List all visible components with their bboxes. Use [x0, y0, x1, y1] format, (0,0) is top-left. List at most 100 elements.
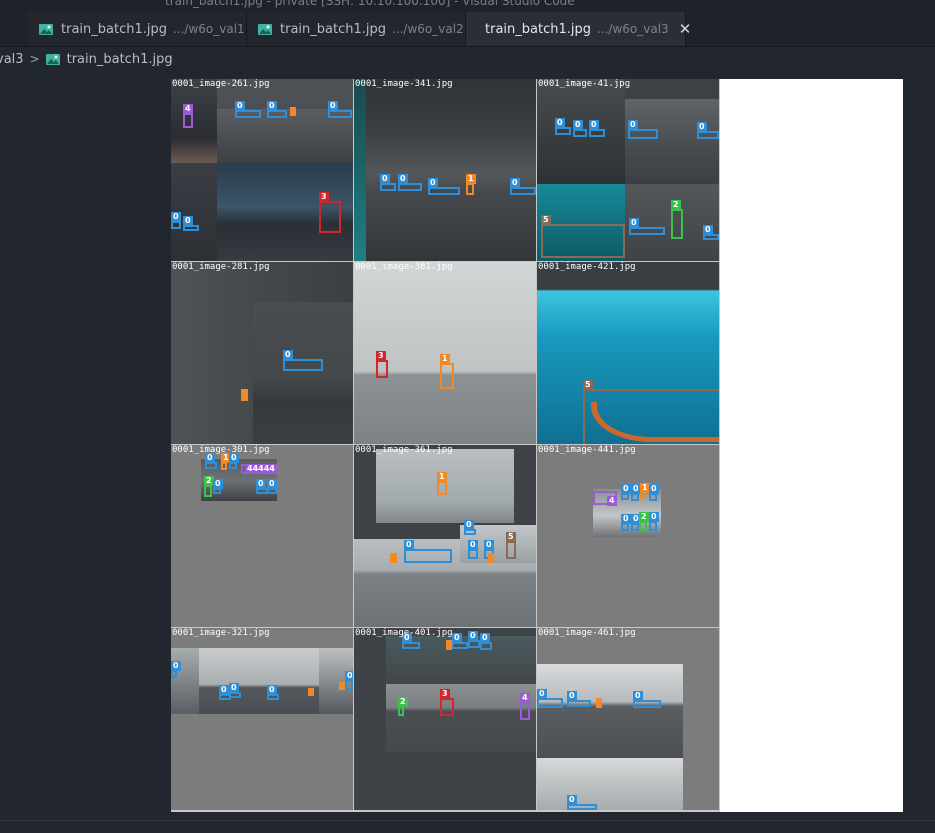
sub-image [537, 758, 683, 810]
detection-box: 3 [440, 689, 454, 716]
detection-box: 4 [520, 693, 530, 720]
detection-box: 0 [205, 453, 217, 469]
detection-box: 3 [319, 192, 341, 233]
mosaic-tile: 0001_image-421.jpg 5 [537, 262, 719, 444]
detection-box: 1 [640, 483, 650, 500]
sub-image [171, 648, 199, 714]
detection-box: 0 [267, 101, 287, 118]
detection-box: 0 [380, 174, 396, 191]
sub-image [354, 79, 366, 261]
detection-box: 0 [283, 350, 323, 371]
detection-box: 0 [452, 633, 468, 649]
breadcrumb: val3 > train_batch1.jpg [0, 48, 173, 70]
mosaic-tile: 0001_image-441.jpg 4 0 0 1 0 0 0 2 0 [537, 445, 719, 627]
image-file-icon [39, 23, 53, 35]
detection-box: 0 [589, 120, 605, 137]
detection-box: 0 [267, 685, 279, 700]
tab-label: train_batch1.jpg [280, 21, 386, 37]
detection-box [390, 553, 397, 563]
mosaic-tile: 0001_image-281.jpg 0 [171, 262, 353, 444]
detection-box [308, 688, 314, 696]
detection-box: 1 [221, 453, 231, 470]
image-file-icon [258, 23, 272, 35]
detection-box: 0 [183, 216, 199, 231]
detection-box: 0 [328, 101, 352, 118]
detection-box: 0 [171, 212, 181, 229]
detection-box: 0 [633, 691, 661, 708]
breadcrumb-separator: > [29, 52, 40, 66]
tile-label: 0001_image-361.jpg [355, 445, 453, 455]
detection-box: 0 [235, 101, 261, 118]
sub-image [386, 684, 536, 752]
tab-label: train_batch1.jpg [61, 21, 167, 37]
title-bar: train_batch1.jpg - private [SSH: 10.10.1… [0, 0, 935, 12]
detection-box: 4 [183, 104, 193, 128]
tile-label: 0001_image-261.jpg [172, 79, 270, 89]
detection-box: 0 [428, 178, 460, 195]
detection-box: 2 [398, 697, 408, 716]
detection-box: 2 [204, 476, 214, 497]
detection-box: 0 [697, 122, 719, 139]
detection-box: 0 [628, 120, 658, 139]
tab-val2[interactable]: train_batch1.jpg .../w6o_val2 [247, 12, 466, 46]
breadcrumb-file[interactable]: train_batch1.jpg [67, 52, 173, 67]
detection-box [488, 553, 494, 563]
detection-box: 0 [629, 218, 665, 235]
detection-box [290, 107, 296, 116]
detection-box: 0 [537, 689, 563, 708]
detection-box: 0 [631, 484, 641, 501]
image-preview[interactable]: 0001_image-261.jpg 4 0 0 0 3 0 0 0001_im… [171, 79, 903, 812]
detection-box: 0 [267, 479, 277, 494]
training-batch-mosaic: 0001_image-261.jpg 4 0 0 0 3 0 0 0001_im… [171, 79, 720, 812]
mosaic-tile: 0001_image-261.jpg 4 0 0 0 3 0 0 [171, 79, 353, 261]
mosaic-tile: 0001_image-461.jpg 0 0 0 0 [537, 628, 719, 810]
tile-label: 0001_image-41.jpg [538, 79, 631, 89]
image-file-icon [45, 53, 60, 65]
detection-box: 0 [398, 174, 422, 191]
mosaic-tile: 0001_image-361.jpg 1 0 5 0 0 0 [354, 445, 536, 627]
detection-box: 44444 [241, 464, 277, 474]
sub-image [625, 99, 719, 184]
tab-path: .../w6o_val3 [596, 22, 669, 36]
detection-box: 2 [671, 200, 683, 239]
tab-path: .../w6o_val2 [391, 22, 464, 36]
detection-box: 3 [376, 351, 388, 378]
detection-box: 0 [555, 118, 571, 135]
sub-image [537, 664, 683, 758]
detection-box: 0 [229, 453, 239, 469]
detection-box: 5 [541, 215, 625, 258]
detection-box: 0 [229, 683, 241, 698]
window-title: train_batch1.jpg - private [SSH: 10.10.1… [165, 0, 575, 8]
detection-box: 0 [213, 479, 223, 494]
detection-box: 0 [464, 520, 476, 535]
detection-box [596, 698, 602, 708]
mosaic-tile: 0001_image-321.jpg 0 0 0 0 0 [171, 628, 353, 810]
detection-box: 4 [593, 491, 617, 506]
mosaic-tile: 0001_image-301.jpg 0 1 0 44444 2 0 0 0 [171, 445, 353, 627]
detection-box: 0 [171, 661, 181, 678]
sub-image [253, 302, 353, 444]
detection-box: 0 [510, 178, 536, 195]
detection-box: 1 [437, 472, 447, 495]
breadcrumb-folder[interactable]: val3 [0, 52, 24, 67]
tab-label: train_batch1.jpg [485, 21, 591, 37]
tile-label: 0001_image-341.jpg [355, 79, 453, 89]
mosaic-tile: 0001_image-41.jpg 0 0 0 0 0 5 2 0 0 [537, 79, 719, 261]
close-icon[interactable]: ✕ [679, 21, 692, 37]
detection-box: 1 [466, 174, 476, 195]
detection-box: 0 [573, 120, 587, 137]
tab-val1[interactable]: train_batch1.jpg .../w6o_val1 [28, 12, 247, 46]
detection-box: 5 [583, 380, 719, 444]
tab-path: .../w6o_val1 [172, 22, 245, 36]
editor-tab-bar: train_batch1.jpg .../w6o_val1 train_batc… [0, 12, 935, 47]
detection-box: 0 [404, 540, 452, 563]
mosaic-tile: 0001_image-381.jpg 3 1 [354, 262, 536, 444]
detection-box: 0 [631, 514, 641, 531]
detection-box: 0 [402, 633, 420, 649]
detection-box: 1 [440, 354, 454, 389]
tab-val3[interactable]: train_batch1.jpg .../w6o_val3 ✕ [466, 12, 691, 46]
mosaic-tile: 0001_image-341.jpg 0 0 0 1 0 [354, 79, 536, 261]
detection-box: 5 [506, 532, 516, 559]
detection-box: 0 [703, 225, 719, 240]
tile-label: 0001_image-461.jpg [538, 628, 636, 638]
